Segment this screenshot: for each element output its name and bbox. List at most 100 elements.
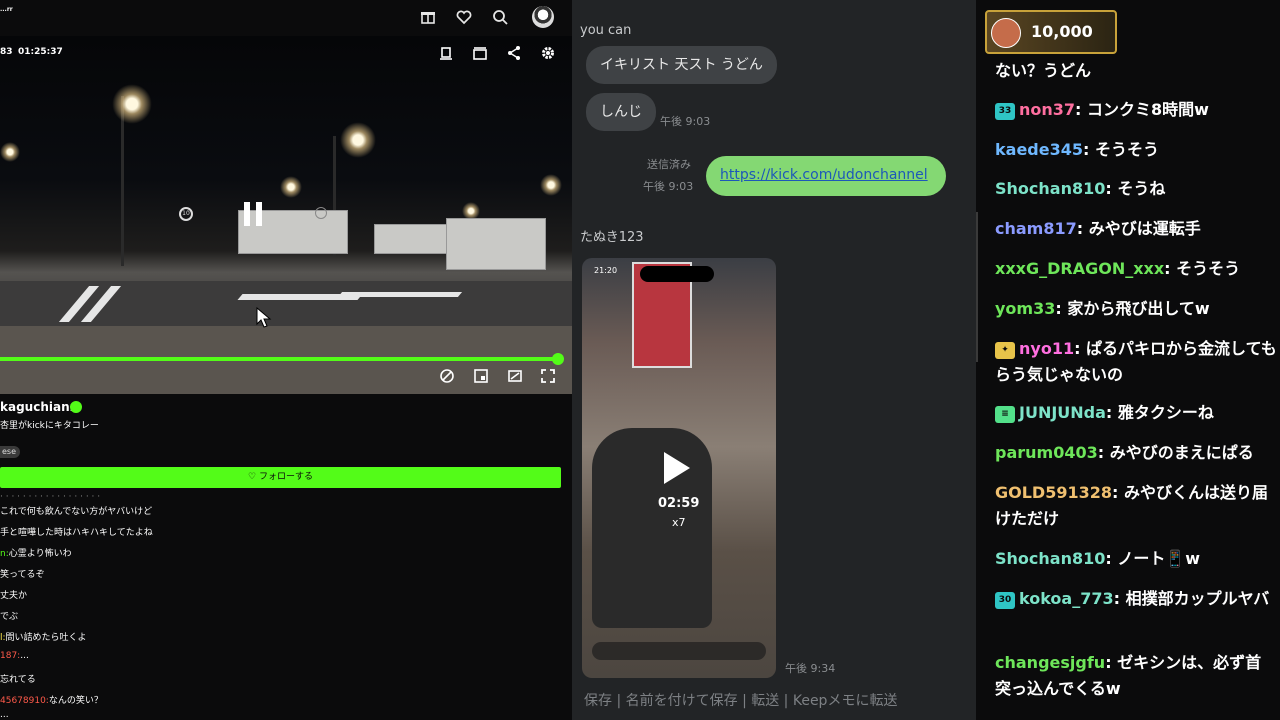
quality-icon[interactable] xyxy=(439,368,455,384)
stream-uptime: 01:25:37 xyxy=(18,47,63,57)
chat-message: parum0403: みやびのまえにぱる xyxy=(995,440,1277,466)
chat-username[interactable]: parum0403 xyxy=(995,443,1098,462)
chat-username[interactable]: yom33 xyxy=(995,299,1055,318)
progress-handle[interactable] xyxy=(552,353,564,365)
mouse-cursor-icon xyxy=(256,307,272,328)
video-clock: 21:20 xyxy=(594,266,618,275)
subscriber-badge-icon[interactable]: ≡ xyxy=(995,406,1015,423)
chat-message: ... xyxy=(0,710,9,720)
chat-text: : そうそう xyxy=(1164,259,1241,278)
chat-text: ... xyxy=(0,710,9,720)
chat-message: 45678910:なんの笑い？ xyxy=(0,693,103,706)
chat-message: 笑ってるぞ xyxy=(0,567,45,580)
chat-text: : 相撲部カップルヤバ xyxy=(1113,589,1270,608)
pause-button[interactable] xyxy=(244,202,264,226)
subscriber-badge-icon[interactable]: ✦ xyxy=(995,342,1015,359)
gift-amount: 10,000 xyxy=(1031,22,1093,41)
video-player[interactable]: 83 01:25:37 10 xyxy=(0,36,572,394)
phone-notch xyxy=(640,266,714,282)
clip-icon[interactable] xyxy=(472,45,488,61)
chat-username[interactable]: kaede345 xyxy=(995,140,1083,159)
subscriber-badge-icon[interactable]: 33 xyxy=(995,103,1015,120)
heart-icon[interactable] xyxy=(455,8,473,26)
chat-text: : みやびのまえにぱる xyxy=(1097,443,1254,462)
chat-username[interactable]: 187: xyxy=(0,651,20,661)
chat-message: これで何も飲んでない方がヤバいけど xyxy=(0,504,152,517)
rewind-10-icon[interactable]: 10 xyxy=(179,207,193,221)
stream-info: kaguchianri 杏里がkickにキタコレー ese ♡ フォローする xyxy=(0,394,572,494)
forward-icon[interactable] xyxy=(315,207,327,219)
chat-username[interactable]: nyo11 xyxy=(1019,339,1074,358)
gift-icon[interactable] xyxy=(419,8,437,26)
chat-text: 問い詰めたら吐くよ xyxy=(5,633,87,643)
streamer-name[interactable]: kaguchianri xyxy=(0,400,80,414)
street-light xyxy=(112,84,152,124)
chat-username[interactable]: Shochan810 xyxy=(995,549,1105,568)
chat-text: 笑ってるぞ xyxy=(0,570,45,580)
progress-bar[interactable] xyxy=(0,357,560,361)
language-tag[interactable]: ese xyxy=(0,446,21,458)
chat-message: GOLD591328: みやびくんは送り届けただけ xyxy=(995,480,1277,532)
follow-button[interactable]: ♡ フォローする xyxy=(0,467,561,488)
chat-username[interactable]: 45678910: xyxy=(0,696,49,706)
road-marking xyxy=(337,292,463,297)
chat-message: 30 kokoa_773: 相撲部カップルヤバ xyxy=(995,586,1277,612)
message-bubble[interactable]: しんじ xyxy=(586,93,656,131)
video-message[interactable]: 21:20 02:59 x7 xyxy=(582,258,776,678)
truck xyxy=(446,218,546,270)
messenger-panel: you can イキリスト 天スト うどん しんじ 午後 9:03 送信済み 午… xyxy=(572,0,976,720)
stream-chat: · · · · · · · · · · · · · · · · · · これで何… xyxy=(0,494,572,720)
share-icon[interactable] xyxy=(506,45,522,61)
fullscreen-icon[interactable] xyxy=(540,368,556,384)
chat-message: ✦ nyo11: ぱるパキロから金流してもらう気じゃないの xyxy=(995,336,1277,388)
street-light xyxy=(0,142,20,162)
chat-username[interactable]: kokoa_773 xyxy=(1019,589,1114,608)
sender-name: たぬき123 xyxy=(580,230,644,245)
chat-username[interactable]: changesjgfu xyxy=(995,653,1105,672)
avatar xyxy=(991,18,1021,48)
chat-username[interactable]: n: xyxy=(0,549,9,559)
message-timestamp: 午後 9:03 xyxy=(643,180,694,193)
chat-username[interactable]: GOLD591328 xyxy=(995,483,1112,502)
chat-username[interactable]: xxxG_DRAGON_xxx xyxy=(995,259,1164,278)
chat-username[interactable]: Shochan810 xyxy=(995,179,1105,198)
top-bar: ...rr xyxy=(0,0,572,36)
street-light xyxy=(540,174,562,196)
play-icon[interactable] xyxy=(664,452,690,484)
search-icon[interactable] xyxy=(491,8,509,26)
message-actions[interactable]: 保存 | 名前を付けて保存 | 転送 | Keepメモに転送 xyxy=(584,690,897,710)
chat-message: ≡ JUNJUNda: 雅タクシーね xyxy=(995,400,1277,426)
chat-username[interactable]: JUNJUNda xyxy=(1019,403,1106,422)
theater-mode-icon[interactable] xyxy=(473,368,489,384)
link[interactable]: https://kick.com/udonchannel xyxy=(720,167,928,183)
subscriber-badge-icon[interactable]: 30 xyxy=(995,592,1015,609)
chat-text: 丈夫か xyxy=(0,591,28,601)
video-multiplier: x7 xyxy=(672,516,686,529)
street-light xyxy=(280,176,302,198)
broadcast-icon[interactable] xyxy=(438,45,454,61)
site-logo[interactable]: ...rr xyxy=(0,6,13,13)
chat-text: ... xyxy=(20,651,29,661)
gift-banner[interactable]: 10,000 xyxy=(985,10,1117,54)
chat-text: : ノート📱w xyxy=(1105,549,1201,568)
chat-text: : みやびは運転手 xyxy=(1076,219,1201,238)
chat-username[interactable]: non37 xyxy=(1019,100,1075,119)
chat-text: : そうそう xyxy=(1083,140,1159,159)
settings-gear-icon[interactable] xyxy=(540,45,556,61)
user-avatar[interactable] xyxy=(532,6,554,28)
sent-status: 送信済み xyxy=(647,158,691,171)
chat-message: n:心霊より怖いわ xyxy=(0,546,72,559)
chat-text: : 家から飛び出してw xyxy=(1055,299,1210,318)
chat-text: 忘れてる xyxy=(0,675,36,685)
scrollbar[interactable] xyxy=(976,212,978,362)
truck xyxy=(374,224,448,254)
chat-message: xxxG_DRAGON_xxx: そうそう xyxy=(995,256,1277,282)
message-bubble[interactable]: イキリスト 天スト うどん xyxy=(586,46,777,84)
chat-text: : 雅タクシーね xyxy=(1105,403,1214,422)
chat-message: 丈夫か xyxy=(0,588,27,601)
pip-icon[interactable] xyxy=(507,368,523,384)
stream-title: 杏里がkickにキタコレー xyxy=(0,421,99,431)
chat-username[interactable]: cham817 xyxy=(995,219,1077,238)
sent-link-bubble[interactable]: https://kick.com/udonchannel xyxy=(706,156,946,196)
video-input-bar xyxy=(592,642,766,660)
